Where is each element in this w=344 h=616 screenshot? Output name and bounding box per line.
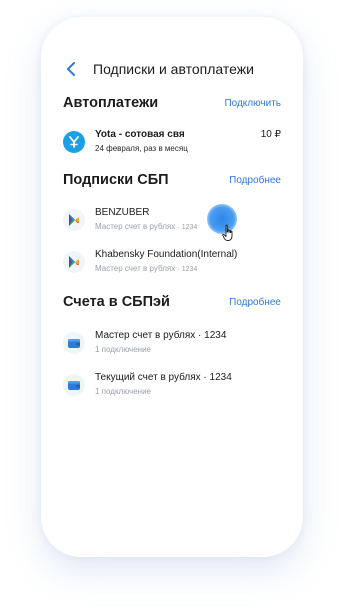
sbpay-account-name: Текущий счет в рублях	[95, 372, 201, 383]
sbp-subscription-item-subtitle: Мастер счет в рублях · 1234	[95, 221, 281, 234]
sbpay-account-item-subtitle: 1 подключение	[95, 387, 151, 396]
autopayments-section-title: Автоплатежи	[63, 95, 159, 111]
sbp-subscription-account-number: · 1234	[177, 224, 198, 231]
sbp-subscriptions-section-title: Подписки СБП	[63, 172, 169, 188]
autopayments-section-header: Автоплатежи Подключить	[63, 95, 281, 111]
sbpay-account-item-text: Текущий счет в рублях · 1234 1 подключен…	[95, 371, 281, 398]
sbpay-account-item-subtitle: 1 подключение	[95, 345, 151, 354]
sbp-subscription-item-benzuber[interactable]: BENZUBER Мастер счет в рублях · 1234	[63, 206, 281, 234]
sbpay-account-item-title: Текущий счет в рублях · 1234	[95, 371, 281, 384]
sbp-subscription-account-name: Мастер счет в рублях	[95, 264, 176, 273]
sbp-icon	[63, 251, 85, 273]
sbpay-accounts-section-header: Счета в СБПэй Подробнее	[63, 294, 281, 310]
hand-pointer-icon	[222, 224, 233, 241]
yota-icon	[63, 130, 85, 153]
sbpay-account-item-text: Мастер счет в рублях · 1234 1 подключени…	[95, 329, 281, 356]
sbp-subscription-item-text: BENZUBER Мастер счет в рублях · 1234	[95, 206, 281, 234]
wallet-icon	[63, 331, 85, 354]
autopayment-item-yota[interactable]: Yota - сотовая свя 24 февраля, раз в мес…	[63, 128, 281, 155]
sbp-subscriptions-section-header: Подписки СБП Подробнее	[63, 172, 281, 188]
wallet-icon	[63, 373, 85, 396]
sbpay-account-number: · 1234	[198, 330, 227, 341]
sbp-subscriptions-more-link[interactable]: Подробнее	[229, 175, 281, 186]
sbp-subscription-item-title: Khabensky Foundation(Internal)	[95, 249, 238, 260]
sbp-subscription-item-subtitle: Мастер счет в рублях · 1234	[95, 263, 281, 276]
phone-screen: Подписки и автоплатежи Автоплатежи Подкл…	[41, 17, 303, 557]
sbp-subscription-account-name: Мастер счет в рублях	[95, 222, 176, 231]
autopayment-item-subtitle: 24 февраля, раз в месяц	[95, 144, 188, 153]
screenshot-stage: Подписки и автоплатежи Автоплатежи Подкл…	[0, 0, 344, 616]
top-bar: Подписки и автоплатежи	[61, 57, 291, 81]
sbpay-account-item-current[interactable]: Текущий счет в рублях · 1234 1 подключен…	[63, 371, 281, 398]
page-title: Подписки и автоплатежи	[93, 61, 254, 77]
sbpay-accounts-more-link[interactable]: Подробнее	[229, 297, 281, 308]
autopayment-item-text: Yota - сотовая свя 24 февраля, раз в мес…	[95, 128, 255, 155]
sbp-subscription-item-text: Khabensky Foundation(Internal) Мастер сч…	[95, 248, 281, 276]
chevron-left-icon	[67, 62, 75, 76]
sbp-icon	[63, 209, 85, 231]
sbpay-account-item-master[interactable]: Мастер счет в рублях · 1234 1 подключени…	[63, 329, 281, 356]
autopayment-item-title: Yota - сотовая свя	[95, 129, 185, 140]
sbpay-account-name: Мастер счет в рублях	[95, 330, 196, 341]
connect-autopayment-link[interactable]: Подключить	[224, 98, 281, 109]
phone-frame: Подписки и автоплатежи Автоплатежи Подкл…	[41, 17, 303, 557]
sbpay-account-number: · 1234	[203, 372, 232, 383]
sbpay-account-item-title: Мастер счет в рублях · 1234	[95, 329, 281, 342]
sbp-subscription-item-khabensky[interactable]: Khabensky Foundation(Internal) Мастер сч…	[63, 248, 281, 276]
sbpay-accounts-section-title: Счета в СБПэй	[63, 294, 170, 310]
autopayment-item-amount: 10 ₽	[260, 129, 281, 140]
sbp-subscription-account-number: · 1234	[177, 266, 198, 273]
back-button[interactable]	[61, 59, 81, 79]
sbp-subscription-item-title: BENZUBER	[95, 207, 150, 218]
